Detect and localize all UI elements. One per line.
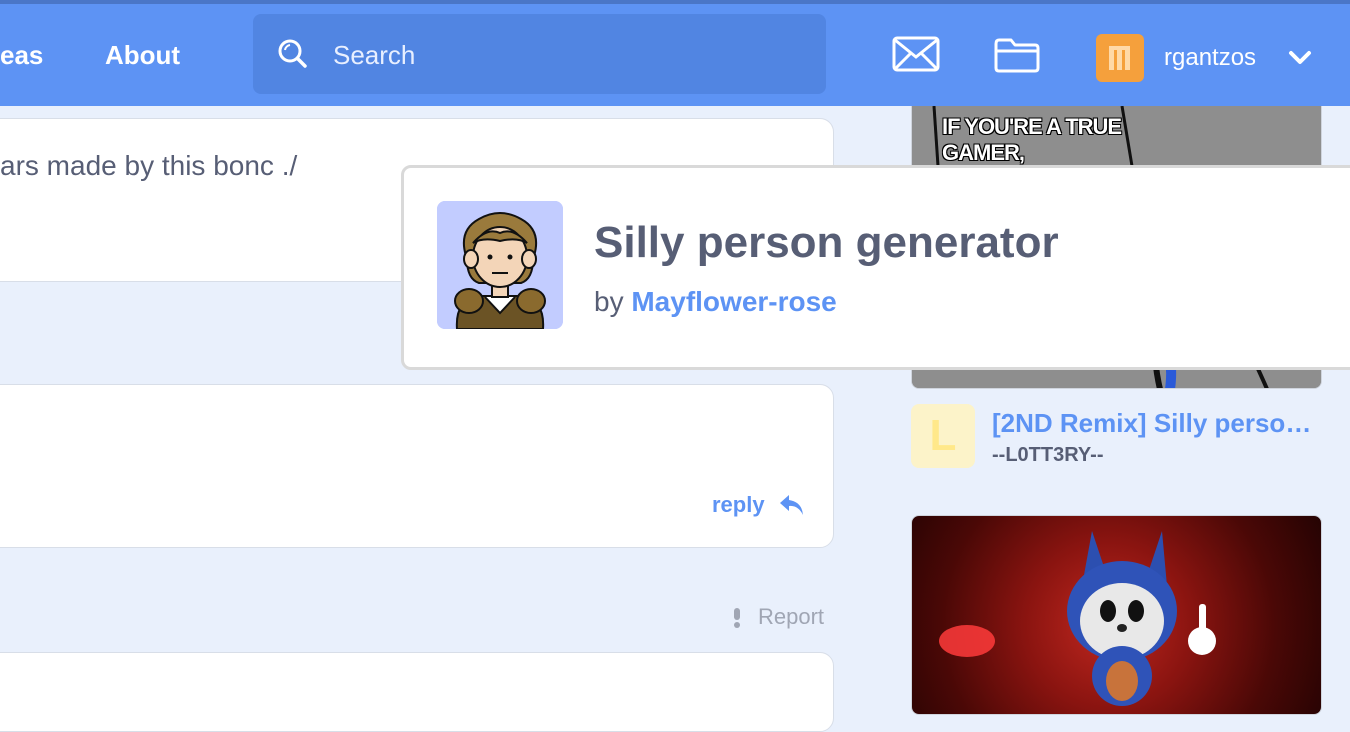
thumbnail-caption: IF YOU'RE A TRUE GAMER, xyxy=(942,114,1122,165)
comment-text: ars made by this bonc ./ xyxy=(0,150,298,181)
search-box[interactable] xyxy=(253,14,826,94)
nav-ideas-link[interactable]: eas xyxy=(0,40,43,71)
popup-byline: by Mayflower-rose xyxy=(594,286,837,318)
project-title-link[interactable]: [2ND Remix] Silly person generator xyxy=(992,408,1322,439)
search-input[interactable] xyxy=(333,38,813,72)
username-label[interactable]: rgantzos xyxy=(1164,44,1256,72)
project-thumbnail[interactable] xyxy=(911,515,1322,715)
folder-icon[interactable] xyxy=(993,36,1041,79)
reply-arrow-icon[interactable] xyxy=(778,492,806,523)
user-avatar[interactable] xyxy=(1096,34,1144,82)
popup-author-link[interactable]: Mayflower-rose xyxy=(631,286,836,317)
project-author-link[interactable]: --L0TT3RY-- xyxy=(992,444,1103,467)
envelope-icon[interactable] xyxy=(892,36,940,77)
exclamation-icon[interactable] xyxy=(730,606,744,635)
nav-about-link[interactable]: About xyxy=(105,40,180,71)
project-thumbnail-small[interactable]: L xyxy=(911,404,975,468)
search-icon xyxy=(277,38,309,75)
project-hover-card: Silly person generator by Mayflower-rose xyxy=(401,165,1350,370)
popup-project-title[interactable]: Silly person generator xyxy=(594,218,1059,268)
chevron-down-icon[interactable] xyxy=(1288,50,1312,71)
comment-card xyxy=(0,384,834,548)
thumbnail-letter: L xyxy=(929,411,957,460)
top-nav-bar: eas About rg xyxy=(0,0,1350,106)
popup-by-label: by xyxy=(594,286,624,317)
reply-button[interactable]: reply xyxy=(712,492,765,518)
project-thumbnail[interactable] xyxy=(437,201,563,329)
comment-card xyxy=(0,652,834,732)
report-button[interactable]: Report xyxy=(758,604,824,630)
